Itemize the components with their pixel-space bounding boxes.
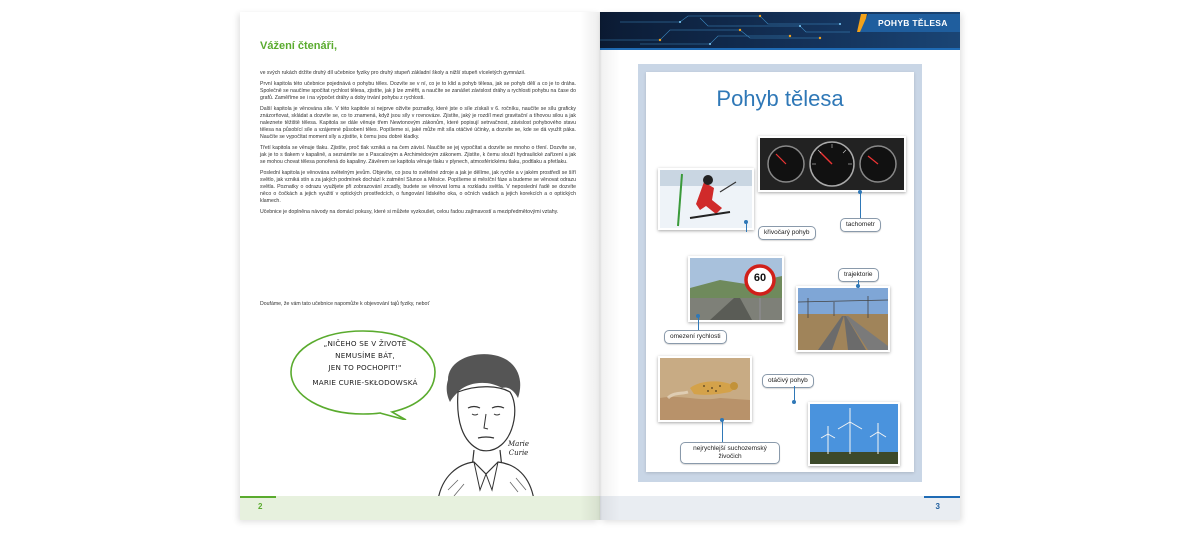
connector-dot [720, 418, 724, 422]
page-number-left: 2 [258, 502, 263, 511]
connector [698, 316, 699, 330]
quote-line: „NIČEHO SE V ŽIVOTĚ [323, 339, 407, 348]
chapter-label: POHYB TĚLESA [860, 14, 960, 32]
connector-dot [744, 220, 748, 224]
footer-accent-bar [240, 496, 276, 498]
quote-line: JEN TO POCHOPIT!" [328, 363, 402, 372]
skier-photo [658, 168, 754, 230]
motion-poster: Pohyb tělesa 60 křivočarý pohyb tachomet… [646, 72, 914, 472]
label-fastest-animal: nejrychlejší suchozemský živočich [680, 442, 780, 464]
poster-title: Pohyb tělesa [716, 86, 844, 111]
header-underline [600, 48, 960, 50]
chapter-header-band: POHYB TĚLESA [600, 12, 960, 48]
cheetah-image [660, 358, 750, 420]
paragraph: Další kapitola je věnována síle. V této … [260, 106, 576, 140]
paragraph: ve svých rukách držíte druhý díl učebnic… [260, 70, 526, 76]
paragraph: Poslední kapitola je věnována světelným … [260, 170, 576, 204]
right-footer [600, 496, 960, 520]
label-speed-limit: omezení rychlosti [664, 330, 727, 344]
tachometer-photo [758, 136, 906, 192]
tachometer-image [760, 138, 904, 190]
greeting-heading: Vážení čtenáři, [260, 40, 338, 52]
label-tachometer: tachometr [840, 218, 881, 232]
speed-limit-photo: 60 [688, 256, 784, 322]
railway-photo [796, 286, 890, 352]
signature: Marie Curie [508, 440, 529, 458]
speed-sign-value: 60 [753, 272, 767, 284]
textbook-spread: Vážení čtenáři, ve svých rukách držíte d… [240, 12, 960, 520]
left-footer [240, 496, 600, 520]
connector [722, 420, 723, 442]
wind-turbines-image [810, 404, 898, 464]
wind-turbines-photo [808, 402, 900, 466]
railway-image [798, 288, 888, 350]
label-curved-motion: křivočarý pohyb [758, 226, 816, 240]
signature-line: Marie [508, 440, 530, 448]
intro-text: ve svých rukách držíte druhý díl učebnic… [260, 70, 576, 220]
quote-author: MARIE CURIE-SKŁODOWSKÁ [312, 378, 418, 387]
quote-text: „NIČEHO SE V ŽIVOTĚ NEMUSÍME BÁT, JEN TO… [300, 338, 430, 389]
chapter-label-text: POHYB TĚLESA [878, 18, 948, 28]
left-page: Vážení čtenáři, ve svých rukách držíte d… [240, 12, 600, 520]
connector-dot [696, 314, 700, 318]
connector-dot [856, 284, 860, 288]
footer-accent-bar [924, 496, 960, 498]
label-rotational-motion: otáčivý pohyb [762, 374, 814, 388]
closing-sentence: Doufáme, že vám tato učebnice napomůže k… [260, 301, 430, 307]
connector-dot [858, 190, 862, 194]
right-page: POHYB TĚLESA Pohyb tělesa 60 křivočarý p… [600, 12, 960, 520]
page-number-right: 3 [935, 502, 940, 511]
skier-image [660, 170, 752, 228]
connector-dot [792, 400, 796, 404]
road-image [690, 258, 782, 320]
connector [860, 192, 861, 218]
paragraph: Třetí kapitola se věnuje tlaku. Zjistíte… [260, 145, 576, 165]
cheetah-photo [658, 356, 752, 422]
quote-line: NEMUSÍME BÁT, [335, 351, 395, 360]
paragraph: První kapitola této učebnice pojednává o… [260, 81, 576, 101]
marie-curie-portrait [437, 354, 535, 500]
paragraph: Učebnice je doplněna návody na domácí po… [260, 209, 559, 215]
signature-line: Curie [508, 449, 529, 457]
